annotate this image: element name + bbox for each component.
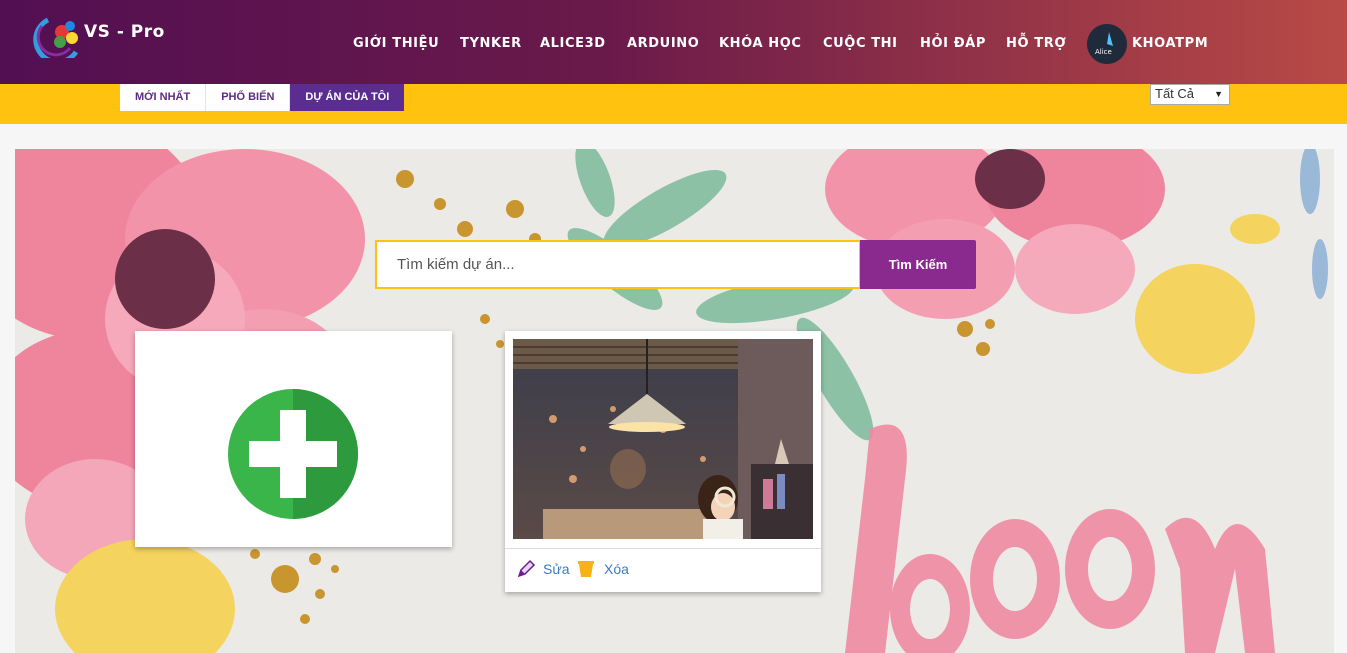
search-input[interactable] [377,242,859,287]
project-actions: Sửa Xóa [505,548,821,592]
username[interactable]: KHOATPM [1132,36,1208,51]
project-search [375,240,861,289]
avatar-image: Alice [1087,24,1127,64]
nav-arduino[interactable]: ARDUINO [627,36,699,51]
nav-alice3d[interactable]: ALICE3D [540,36,606,51]
tab-newest[interactable]: MỚI NHẤT [120,84,207,111]
logo-text: VS - Pro [84,22,165,42]
trash-icon[interactable] [577,559,595,584]
filter-bar: MỚI NHẤT PHỔ BIẾN DỰ ÁN CỦA TÔI Tất Cả ▼ [0,84,1347,124]
nav-cuoc-thi[interactable]: CUỘC THI [823,36,898,51]
project-card: Sửa Xóa [505,331,821,592]
top-header: VS - Pro GIỚI THIỆU TYNKER ALICE3D ARDUI… [0,0,1347,84]
nav-khoa-hoc[interactable]: KHÓA HỌC [719,36,802,51]
plus-circle-icon [228,389,358,519]
edit-project-link[interactable]: Sửa [543,561,570,577]
add-project-card[interactable] [135,331,452,547]
avatar-text: Alice [1095,48,1112,56]
chevron-down-icon: ▼ [1214,89,1223,99]
tab-popular[interactable]: PHỔ BIẾN [206,84,291,111]
search-button[interactable]: Tìm Kiếm [860,240,976,289]
pencil-icon[interactable] [516,559,536,584]
project-tabs: MỚI NHẤT PHỔ BIẾN DỰ ÁN CỦA TÔI [120,84,405,111]
category-select-value: Tất Cả [1155,86,1195,101]
project-thumbnail-image [513,339,813,539]
delete-project-link[interactable]: Xóa [604,561,629,577]
nav-tynker[interactable]: TYNKER [460,36,522,51]
tab-my-projects[interactable]: DỰ ÁN CỦA TÔI [290,84,405,111]
nav-hoi-dap[interactable]: HỎI ĐÁP [920,36,986,51]
nav-gioi-thieu[interactable]: GIỚI THIỆU [353,36,439,51]
category-select[interactable]: Tất Cả ▼ [1150,84,1230,105]
user-avatar[interactable]: Alice [1087,24,1127,64]
nav-ho-tro[interactable]: HỖ TRỢ [1006,36,1066,51]
project-thumbnail[interactable] [513,339,813,539]
